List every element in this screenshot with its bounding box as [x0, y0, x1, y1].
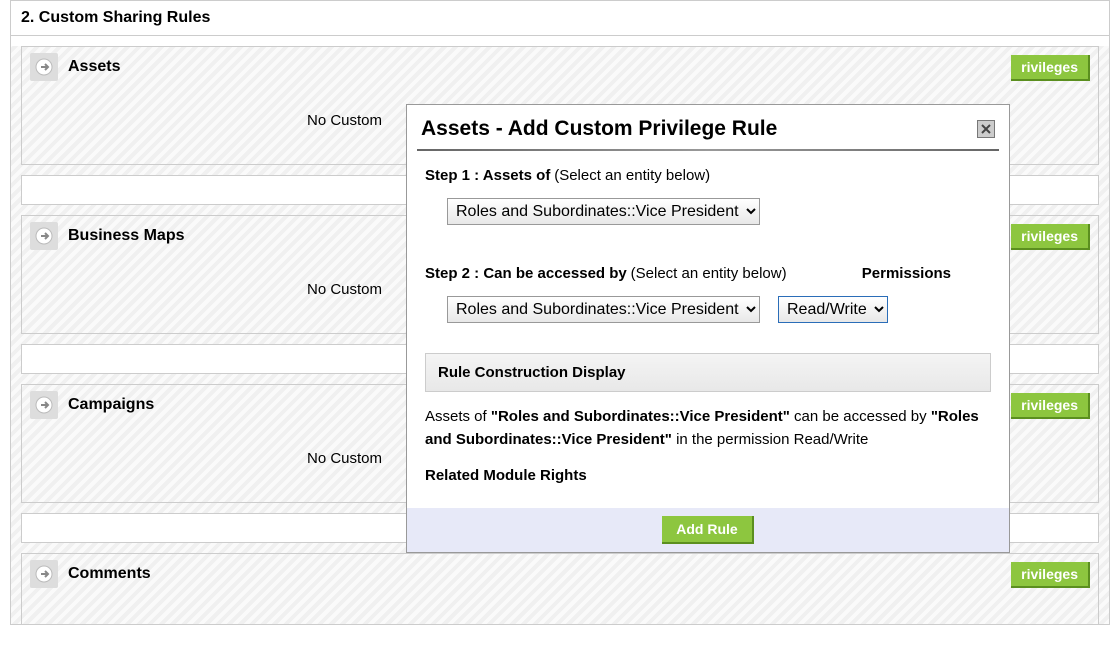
- module-name: Campaigns: [68, 396, 154, 414]
- add-privilege-rule-modal: Assets - Add Custom Privilege Rule Step …: [406, 104, 1010, 553]
- custom-sharing-panel: 2. Custom Sharing Rules rivileges Assets…: [10, 0, 1110, 625]
- panel-title: 2. Custom Sharing Rules: [11, 1, 1109, 36]
- modal-divider: [417, 149, 999, 151]
- modal-body: Step 1 : Assets of (Select an entity bel…: [407, 167, 1009, 508]
- module-name: Comments: [68, 565, 151, 583]
- add-privileges-button[interactable]: rivileges: [1011, 224, 1090, 250]
- step1-select-row: Roles and Subordinates::Vice President: [447, 198, 991, 225]
- expand-icon[interactable]: [30, 53, 58, 81]
- rule-construction-text: Assets of "Roles and Subordinates::Vice …: [425, 406, 991, 451]
- add-rule-button[interactable]: Add Rule: [662, 516, 753, 544]
- step2-entity-select[interactable]: Roles and Subordinates::Vice President: [447, 296, 760, 323]
- module-name: Assets: [68, 58, 120, 76]
- expand-icon[interactable]: [30, 391, 58, 419]
- step2-label: Step 2 : Can be accessed by: [425, 265, 627, 282]
- module-name: Business Maps: [68, 227, 184, 245]
- module-header: Assets: [22, 47, 1098, 87]
- expand-icon[interactable]: [30, 222, 58, 250]
- module-header: Comments: [22, 554, 1098, 594]
- permission-select[interactable]: Read/Write: [778, 296, 888, 323]
- add-privileges-button[interactable]: rivileges: [1011, 562, 1090, 588]
- step1-label: Step 1 : Assets of: [425, 167, 550, 184]
- module-body: [22, 594, 1098, 624]
- rule-display-header: Rule Construction Display: [425, 353, 991, 392]
- step2-row: Step 2 : Can be accessed by (Select an e…: [425, 265, 991, 282]
- expand-icon[interactable]: [30, 560, 58, 588]
- add-privileges-button[interactable]: rivileges: [1011, 55, 1090, 81]
- step1-hint: (Select an entity below): [554, 167, 710, 184]
- step2-select-row: Roles and Subordinates::Vice President R…: [447, 296, 991, 323]
- step1-entity-select[interactable]: Roles and Subordinates::Vice President: [447, 198, 760, 225]
- step1-row: Step 1 : Assets of (Select an entity bel…: [425, 167, 991, 184]
- close-icon[interactable]: [977, 120, 995, 138]
- permissions-label: Permissions: [862, 265, 951, 282]
- modal-footer: Add Rule: [407, 508, 1009, 552]
- add-privileges-button[interactable]: rivileges: [1011, 393, 1090, 419]
- modal-title: Assets - Add Custom Privilege Rule: [421, 117, 777, 141]
- modules-list: rivileges Assets No Custom rivileges Bus…: [11, 46, 1109, 624]
- module-block: rivileges Comments: [21, 553, 1099, 624]
- modal-header: Assets - Add Custom Privilege Rule: [407, 105, 1009, 149]
- related-module-rights-label: Related Module Rights: [425, 467, 991, 484]
- step2-hint: (Select an entity below): [631, 265, 787, 282]
